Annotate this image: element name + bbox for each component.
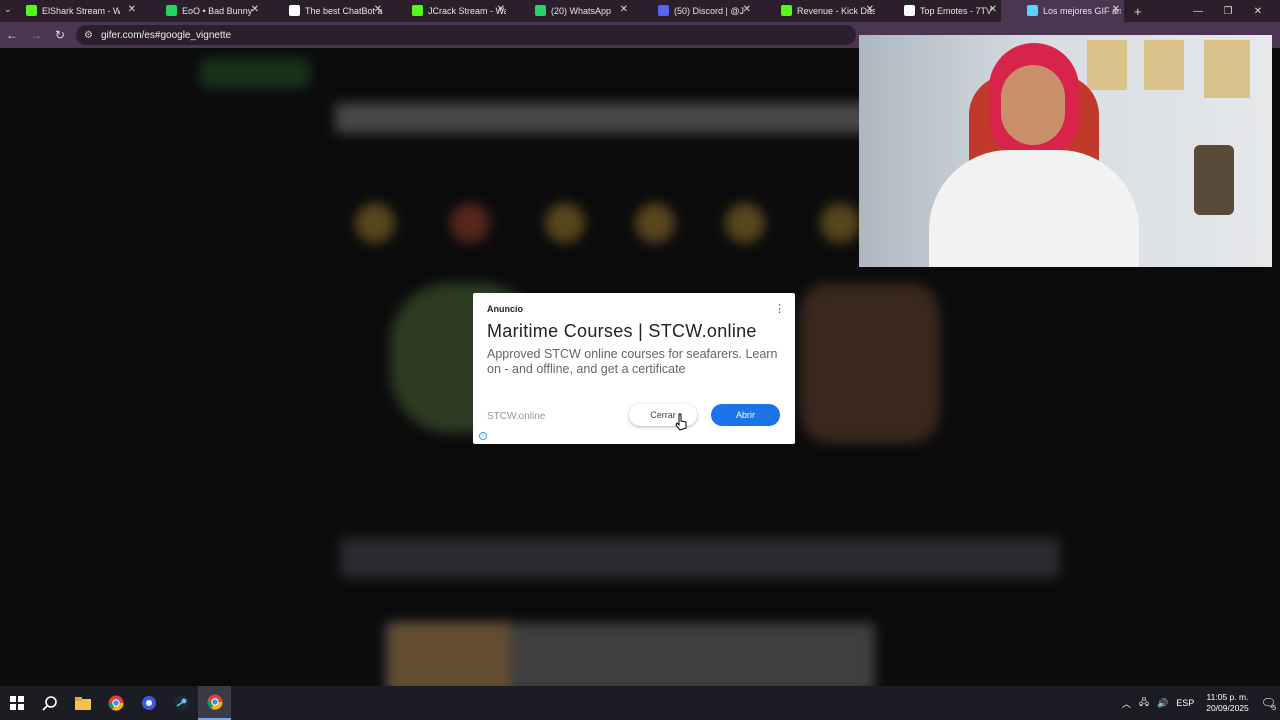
tab-strip: ElShark Stream - Wat✕EoO • Bad Bunny✕The… — [0, 0, 1124, 22]
ad-info-icon[interactable]: i — [479, 432, 487, 440]
whatsapp-icon — [535, 5, 546, 16]
chrome-icon[interactable] — [99, 686, 132, 720]
reload-button[interactable]: ↻ — [48, 28, 72, 42]
tab-title: Los mejores GIF anim — [1043, 6, 1121, 16]
start-button[interactable] — [0, 686, 33, 720]
taskbar: ︿ 🖧 🔊 ESP 11:05 p. m. 20/09/2025 🗨 5 — [0, 686, 1280, 720]
tab-item[interactable]: (50) Discord | @J ✕ — [632, 0, 755, 22]
tab-title: Top Emotes - 7TV — [920, 6, 993, 16]
tab-item[interactable]: (20) WhatsApp ✕ — [509, 0, 632, 22]
tab-close-icon[interactable]: ✕ — [374, 4, 382, 15]
webcam-overlay — [859, 35, 1272, 267]
tab-close-icon[interactable]: ✕ — [743, 4, 751, 15]
windows-icon — [9, 696, 24, 710]
forward-button[interactable]: → — [24, 28, 48, 42]
chrome-profile-icon[interactable] — [198, 686, 231, 720]
tab-close-icon[interactable]: ✕ — [620, 4, 628, 15]
steam-icon[interactable] — [165, 686, 198, 720]
tab-close-icon[interactable]: ✕ — [128, 4, 136, 15]
tab-item[interactable]: Los mejores GIF anim✕ — [1001, 0, 1124, 22]
close-window-button[interactable]: ✕ — [1243, 0, 1273, 22]
tab-title: (50) Discord | @J — [674, 6, 744, 16]
ad-label: Anuncio — [487, 304, 523, 314]
tab-title: Revenue - Kick Dashb — [797, 6, 875, 16]
kick-icon — [412, 5, 423, 16]
tab-close-icon[interactable]: ✕ — [989, 4, 997, 15]
url-text: gifer.com/es#google_vignette — [100, 29, 232, 41]
ad-domain[interactable]: STCW.online — [487, 411, 545, 422]
tab-item[interactable]: JCrack Stream - Watc✕ — [386, 0, 509, 22]
tab-item[interactable]: The best ChatBot and✕ — [263, 0, 386, 22]
system-tray: ︿ 🖧 🔊 ESP 11:05 p. m. 20/09/2025 🗨 5 — [1118, 686, 1280, 720]
notifications-icon[interactable]: 🗨 5 — [1261, 696, 1276, 712]
back-button[interactable]: ← — [0, 28, 24, 42]
more-options-icon[interactable]: ⋮ — [774, 302, 785, 315]
restore-button[interactable]: ❐ — [1213, 0, 1243, 22]
search-icon[interactable] — [33, 686, 66, 720]
tab-search-chevron-icon[interactable]: ⌄ — [4, 4, 12, 15]
hand-cursor-icon — [675, 413, 687, 431]
7tv-icon — [904, 5, 915, 16]
open-ad-button[interactable]: Abrir — [711, 404, 780, 426]
gifer-icon — [1027, 5, 1038, 16]
tab-title: (20) WhatsApp — [551, 6, 612, 16]
tab-close-icon[interactable]: ✕ — [251, 4, 259, 15]
stool — [1194, 145, 1234, 215]
clock-time: 11:05 p. m. — [1206, 692, 1249, 702]
tab-close-icon[interactable]: ✕ — [497, 4, 505, 15]
person-hoodie — [929, 150, 1139, 267]
kick-icon — [781, 5, 792, 16]
spotify-icon — [166, 5, 177, 16]
tab-title: ElShark Stream - Wat — [42, 6, 120, 16]
network-icon[interactable]: 🖧 — [1139, 695, 1149, 711]
ad-dialog: Anuncio ⋮ Maritime Courses | STCW.online… — [473, 293, 795, 444]
person-face — [1001, 65, 1065, 145]
ad-title[interactable]: Maritime Courses | STCW.online — [487, 321, 757, 342]
new-tab-button[interactable]: + — [1134, 4, 1142, 19]
tab-bar: ⌄ ElShark Stream - Wat✕EoO • Bad Bunny✕T… — [0, 0, 1280, 22]
kick-icon — [26, 5, 37, 16]
tab-title: The best ChatBot and — [305, 6, 383, 16]
language-indicator[interactable]: ESP — [1176, 698, 1194, 708]
tab-close-icon[interactable]: ✕ — [866, 4, 874, 15]
poster — [1204, 40, 1250, 98]
tab-title: EoO • Bad Bunny — [182, 6, 253, 16]
notification-count: 5 — [1272, 705, 1276, 712]
tab-item[interactable]: Top Emotes - 7TV ✕ — [878, 0, 1001, 22]
app-icon[interactable] — [132, 686, 165, 720]
tab-close-icon[interactable]: ✕ — [1112, 4, 1120, 15]
ad-description[interactable]: Approved STCW online courses for seafare… — [487, 347, 787, 377]
tab-title: JCrack Stream - Watc — [428, 6, 506, 16]
tab-item[interactable]: Revenue - Kick Dashb✕ — [755, 0, 878, 22]
minimize-button[interactable]: — — [1183, 0, 1213, 22]
poster — [1144, 40, 1184, 90]
volume-icon[interactable]: 🔊 — [1157, 698, 1168, 709]
tab-item[interactable]: EoO • Bad Bunny ✕ — [140, 0, 263, 22]
chevron-up-icon[interactable]: ︿ — [1122, 697, 1131, 710]
clock[interactable]: 11:05 p. m. 20/09/2025 — [1206, 692, 1249, 714]
file-explorer-icon[interactable] — [66, 686, 99, 720]
chatbot-icon — [289, 5, 300, 16]
address-bar[interactable]: ⚙ gifer.com/es#google_vignette — [76, 25, 856, 45]
clock-date: 20/09/2025 — [1206, 703, 1249, 713]
tab-item[interactable]: ElShark Stream - Wat ✕ — [0, 0, 140, 22]
poster — [1087, 40, 1127, 90]
hoodie-logo — [979, 220, 1079, 244]
discord-icon — [658, 5, 669, 16]
site-info-icon[interactable]: ⚙ — [84, 30, 93, 41]
